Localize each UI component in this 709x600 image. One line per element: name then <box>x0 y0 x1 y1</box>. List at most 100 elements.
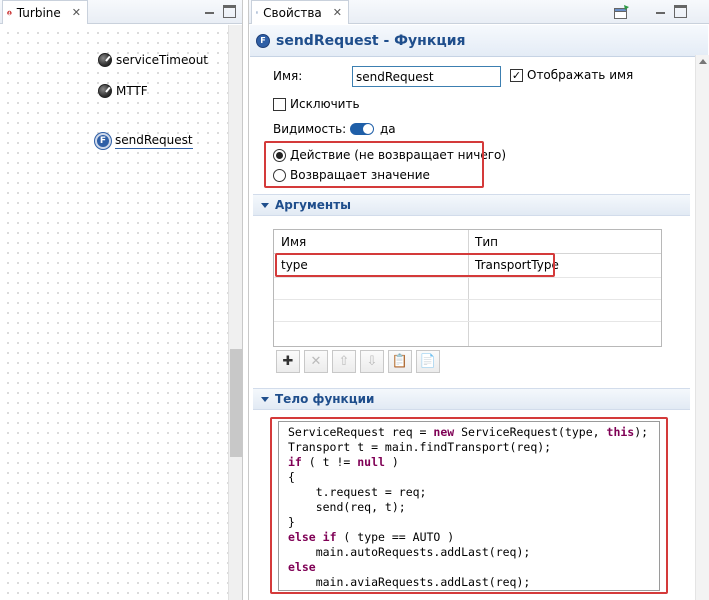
move-up-button[interactable]: ⇧ <box>332 350 356 373</box>
maximize-button[interactable] <box>223 5 236 18</box>
paste-button[interactable]: 📋 <box>388 350 412 373</box>
code-text: ) <box>384 455 399 469</box>
tab-turbine[interactable]: Turbine ✕ <box>2 0 88 24</box>
tab-properties-label: Свойства <box>263 5 322 20</box>
minimize-button[interactable] <box>203 5 216 18</box>
code-line: else if ( type == AUTO ) <box>279 530 659 545</box>
radio-selected-icon[interactable] <box>273 148 286 162</box>
checkbox-checked-icon[interactable]: ✓ <box>510 68 523 82</box>
element-MTTF[interactable]: MTTF <box>98 84 148 98</box>
column-header-type[interactable]: Тип <box>468 230 661 254</box>
element-sendRequest[interactable]: F sendRequest <box>95 133 193 149</box>
show-name-checkbox[interactable]: ✓ Отображать имя <box>510 68 633 82</box>
visibility-toggle[interactable]: да <box>350 122 396 136</box>
code-text: send(req, t); <box>288 500 406 514</box>
function-icon: F <box>256 33 270 48</box>
code-text: Transport t = main.findTransport(req); <box>288 440 552 454</box>
radio-unselected-icon[interactable] <box>273 168 286 182</box>
collapse-triangle-icon[interactable] <box>261 396 269 402</box>
move-down-button[interactable]: ⇩ <box>360 350 384 373</box>
exclude-label: Исключить <box>290 97 360 111</box>
arguments-table: Имя Тип type TransportType <box>273 229 662 347</box>
element-label: MTTF <box>116 84 148 98</box>
remove-argument-button[interactable]: ✕ <box>304 350 328 373</box>
code-line: main.autoRequests.addLast(req); <box>279 545 659 560</box>
function-body-section-label: Тело функции <box>275 392 375 406</box>
code-line: if ( t != null ) <box>279 455 659 470</box>
code-text: ); <box>634 425 649 439</box>
editor-tabbar: Turbine ✕ <box>0 0 242 24</box>
close-icon[interactable]: ✕ <box>72 6 81 19</box>
code-line: { <box>279 470 659 485</box>
radio-return-label: Возвращает значение <box>290 168 430 182</box>
code-text: t.request = req; <box>288 485 427 499</box>
minimize-button[interactable] <box>654 5 667 18</box>
name-field[interactable] <box>352 66 501 87</box>
show-name-label: Отображать имя <box>527 68 634 82</box>
tab-turbine-label: Turbine <box>16 5 61 20</box>
arguments-section-header[interactable]: Аргументы <box>253 194 690 216</box>
code-line: main.aviaRequests.addLast(req); <box>279 575 659 590</box>
code-keyword: if <box>322 530 337 544</box>
code-keyword: this <box>606 425 635 439</box>
code-keyword: new <box>433 425 455 439</box>
pin-view-icon[interactable] <box>614 5 629 19</box>
parameter-icon <box>98 53 112 67</box>
scroll-up-arrow-icon[interactable] <box>699 59 707 64</box>
code-text: ServiceRequest req = <box>288 425 434 439</box>
code-line: } <box>279 515 659 530</box>
vertical-scrollbar[interactable] <box>695 55 709 600</box>
code-text: { <box>288 470 295 484</box>
radio-return-value[interactable]: Возвращает значение <box>273 168 430 182</box>
visibility-label: Видимость: <box>273 122 347 136</box>
function-body-section-header[interactable]: Тело функции <box>253 388 690 410</box>
close-icon[interactable]: ✕ <box>333 6 342 19</box>
collapse-triangle-icon[interactable] <box>261 202 269 208</box>
scrollbar-thumb[interactable] <box>230 349 242 457</box>
code-text: main.autoRequests.addLast(req); <box>288 545 531 559</box>
code-line: Transport t = main.findTransport(req); <box>279 440 659 455</box>
exclude-checkbox[interactable]: Исключить <box>273 97 360 111</box>
radio-action[interactable]: Действие (не возвращает ничего) <box>273 148 506 162</box>
maximize-button[interactable] <box>674 5 687 18</box>
name-label: Имя: <box>273 69 303 83</box>
visibility-value: да <box>380 122 396 136</box>
properties-icon <box>256 11 259 14</box>
function-icon: F <box>95 133 111 149</box>
element-serviceTimeout[interactable]: serviceTimeout <box>98 53 208 67</box>
arguments-section-label: Аргументы <box>275 198 352 212</box>
copy-button[interactable]: 📄 <box>416 350 440 373</box>
agent-icon <box>7 10 12 15</box>
element-label: sendRequest <box>115 133 193 149</box>
code-text: ( type == AUTO ) <box>336 530 455 544</box>
tab-properties[interactable]: Свойства ✕ <box>251 0 349 24</box>
code-line: t.request = req; <box>279 485 659 500</box>
toggle-switch-icon[interactable] <box>350 123 374 135</box>
table-cell-name[interactable]: type <box>274 254 468 276</box>
row-divider <box>274 321 661 322</box>
code-line: ServiceRequest req = new ServiceRequest(… <box>279 425 659 440</box>
column-divider <box>468 230 469 346</box>
code-keyword: if <box>288 455 302 469</box>
row-divider <box>274 277 661 278</box>
properties-title-bar: F sendRequest - Функция <box>250 25 708 57</box>
code-keyword: null <box>357 455 385 469</box>
page-title: sendRequest - Функция <box>276 32 466 49</box>
code-line: send(req, t); <box>279 500 659 515</box>
row-divider <box>274 299 661 300</box>
code-keyword: else <box>288 560 316 574</box>
editor-panel: Turbine ✕ serviceTimeout MTTF F sendRequ… <box>0 0 243 600</box>
code-line: else <box>279 560 659 575</box>
properties-tabbar: Свойства ✕ <box>249 0 709 24</box>
checkbox-unchecked-icon[interactable] <box>273 97 286 111</box>
function-body-editor[interactable]: ServiceRequest req = new ServiceRequest(… <box>278 421 660 591</box>
element-label: serviceTimeout <box>116 53 209 67</box>
add-argument-button[interactable]: ✚ <box>276 350 300 373</box>
table-cell-type[interactable]: TransportType <box>468 254 661 276</box>
column-header-name[interactable]: Имя <box>274 230 468 254</box>
vertical-scrollbar[interactable] <box>228 25 242 600</box>
graphical-editor-canvas[interactable]: serviceTimeout MTTF F sendRequest <box>0 25 228 600</box>
code-keyword: else <box>288 530 316 544</box>
parameter-icon <box>98 84 112 98</box>
